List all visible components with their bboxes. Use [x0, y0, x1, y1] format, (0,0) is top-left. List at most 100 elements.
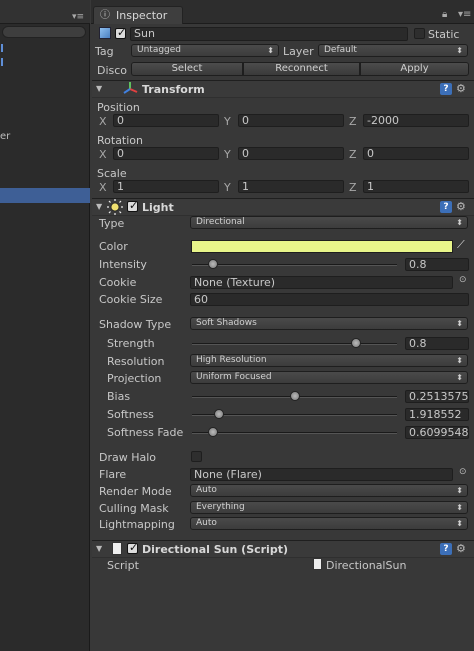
- flare-label: Flare: [99, 468, 127, 481]
- render-mode-dropdown[interactable]: Auto ⬍: [190, 484, 468, 497]
- static-label: Static: [428, 28, 460, 41]
- foldout-arrow-icon[interactable]: ▼: [96, 544, 102, 553]
- culling-mask-dropdown[interactable]: Everything ⬍: [190, 501, 468, 514]
- gear-icon[interactable]: ⚙: [456, 82, 466, 95]
- cookie-field[interactable]: None (Texture): [190, 276, 453, 289]
- intensity-slider-track[interactable]: [192, 264, 397, 266]
- dropdown-arrow-icon: ⬍: [456, 319, 463, 328]
- flare-field[interactable]: None (Flare): [190, 468, 453, 481]
- hierarchy-search-input[interactable]: [2, 26, 86, 38]
- rotation-z-field[interactable]: 0: [363, 147, 469, 160]
- script-value[interactable]: DirectionalSun: [326, 559, 406, 572]
- lightmapping-value: Auto: [196, 518, 217, 528]
- position-y-field[interactable]: 0: [238, 114, 344, 127]
- scale-x-field[interactable]: 1: [113, 180, 219, 193]
- static-checkbox[interactable]: [414, 28, 425, 39]
- intensity-label: Intensity: [99, 258, 147, 271]
- object-picker-icon[interactable]: ⊙: [459, 275, 467, 285]
- scale-label: Scale: [97, 167, 127, 180]
- gear-icon[interactable]: ⚙: [456, 200, 466, 213]
- position-x-field[interactable]: 0: [113, 114, 219, 127]
- draw-halo-label: Draw Halo: [99, 451, 157, 464]
- scale-z-field[interactable]: 1: [363, 180, 469, 193]
- position-label: Position: [97, 101, 140, 114]
- dropdown-arrow-icon: ⬍: [456, 486, 463, 495]
- hierarchy-item-marker: [1, 44, 3, 52]
- projection-label: Projection: [107, 372, 162, 385]
- rotation-x-field[interactable]: 0: [113, 147, 219, 160]
- intensity-slider-thumb[interactable]: [207, 259, 218, 269]
- strength-slider-track[interactable]: [192, 343, 397, 345]
- softness-slider-thumb[interactable]: [213, 409, 224, 419]
- eyedropper-icon[interactable]: ⟋: [457, 238, 465, 252]
- projection-dropdown[interactable]: Uniform Focused ⬍: [190, 371, 468, 384]
- hierarchy-item-label[interactable]: er: [0, 131, 10, 142]
- prefab-select-button[interactable]: Select: [131, 62, 243, 76]
- layer-dropdown[interactable]: Default ⬍: [318, 44, 468, 57]
- softness-fade-field[interactable]: 0.6099548: [405, 426, 469, 439]
- foldout-arrow-icon[interactable]: ▼: [96, 84, 102, 93]
- menu-icon[interactable]: ▾≡: [458, 9, 471, 20]
- strength-label: Strength: [107, 337, 155, 350]
- shadow-type-label: Shadow Type: [99, 318, 172, 331]
- position-z-field[interactable]: -2000: [363, 114, 469, 127]
- softness-fade-slider-thumb[interactable]: [207, 427, 218, 437]
- render-mode-value: Auto: [196, 485, 217, 495]
- light-enabled-checkbox[interactable]: [127, 199, 138, 212]
- shadow-type-dropdown[interactable]: Soft Shadows ⬍: [190, 317, 468, 330]
- resolution-value: High Resolution: [196, 355, 267, 365]
- hierarchy-menu-icon[interactable]: ▾≡: [72, 12, 84, 22]
- help-icon[interactable]: ?: [440, 83, 452, 95]
- culling-mask-value: Everything: [196, 502, 245, 512]
- layer-value: Default: [324, 45, 357, 55]
- color-swatch[interactable]: [191, 240, 453, 253]
- tab-inspector[interactable]: ⓘ Inspector: [93, 6, 183, 24]
- help-icon[interactable]: ?: [440, 201, 452, 213]
- scale-z-label: Z: [349, 181, 357, 194]
- strength-slider-thumb[interactable]: [351, 338, 361, 348]
- script-enabled-checkbox[interactable]: [127, 541, 138, 554]
- script-label: Script: [107, 559, 139, 572]
- help-icon[interactable]: ?: [440, 543, 452, 555]
- foldout-arrow-icon[interactable]: ▼: [96, 202, 102, 211]
- tab-inspector-label: Inspector: [116, 9, 168, 22]
- lightmapping-dropdown[interactable]: Auto ⬍: [190, 517, 468, 530]
- rotation-y-field[interactable]: 0: [238, 147, 344, 160]
- strength-field[interactable]: 0.8: [405, 337, 469, 350]
- color-label: Color: [99, 240, 128, 253]
- dropdown-arrow-icon: ⬍: [456, 46, 463, 55]
- bias-slider-thumb[interactable]: [289, 391, 300, 401]
- transform-title: Transform: [142, 83, 205, 96]
- intensity-field[interactable]: 0.8: [405, 258, 469, 271]
- gameobject-name-field[interactable]: Sun: [130, 27, 408, 41]
- tag-dropdown[interactable]: Untagged ⬍: [131, 44, 279, 57]
- sun-icon: [106, 198, 124, 216]
- dropdown-arrow-icon: ⬍: [456, 356, 463, 365]
- gameobject-active-checkbox[interactable]: [115, 26, 126, 39]
- dropdown-arrow-icon: ⬍: [267, 46, 274, 55]
- softness-fade-slider-track[interactable]: [192, 432, 397, 434]
- object-picker-icon[interactable]: ⊙: [459, 467, 467, 477]
- bias-label: Bias: [107, 390, 131, 403]
- position-z-label: Z: [349, 115, 357, 128]
- cookie-size-field[interactable]: 60: [190, 293, 469, 306]
- layer-label: Layer: [283, 45, 314, 58]
- scale-x-label: X: [99, 181, 107, 194]
- scale-y-field[interactable]: 1: [238, 180, 344, 193]
- resolution-dropdown[interactable]: High Resolution ⬍: [190, 354, 468, 367]
- prefab-apply-button[interactable]: Apply: [360, 62, 469, 76]
- prefab-reconnect-button[interactable]: Reconnect: [243, 62, 360, 76]
- culling-mask-label: Culling Mask: [99, 502, 169, 515]
- type-dropdown[interactable]: Directional ⬍: [190, 216, 468, 229]
- gear-icon[interactable]: ⚙: [456, 542, 466, 555]
- script-file-icon: [112, 542, 122, 555]
- script-asset-icon: [313, 558, 322, 570]
- tag-label: Tag: [95, 45, 114, 58]
- position-y-label: Y: [224, 115, 231, 128]
- softness-field[interactable]: 1.918552: [405, 408, 469, 421]
- lock-icon[interactable]: 🔒︎: [442, 9, 447, 20]
- bias-field[interactable]: 0.2513575: [405, 390, 469, 403]
- hierarchy-selected-row[interactable]: [0, 188, 90, 203]
- draw-halo-checkbox[interactable]: [191, 451, 202, 462]
- dropdown-arrow-icon: ⬍: [456, 373, 463, 382]
